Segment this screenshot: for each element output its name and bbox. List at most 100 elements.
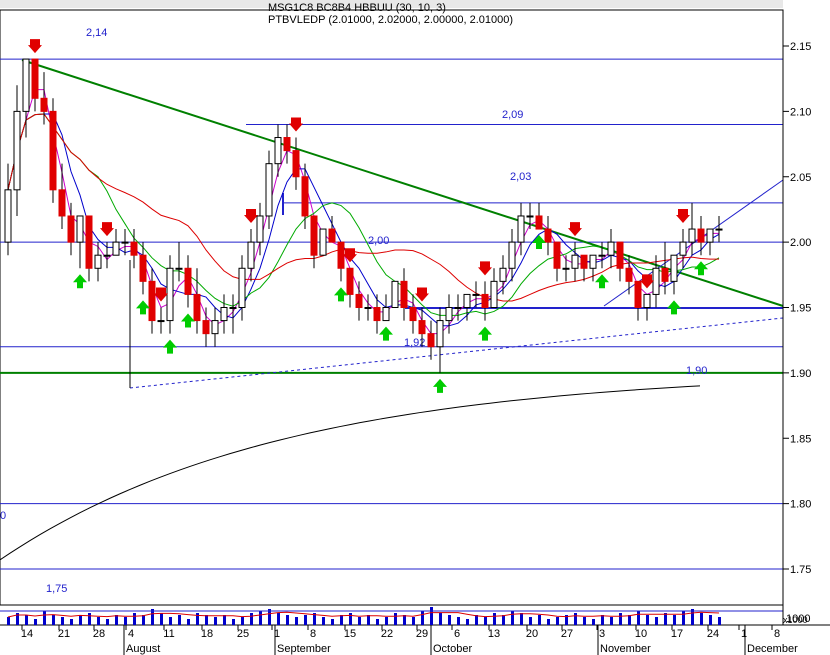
volume-bar: [439, 613, 442, 625]
volume-bar: [394, 613, 397, 625]
candle-body: [562, 267, 570, 270]
volume-bar: [664, 613, 667, 625]
volume-bar: [385, 617, 388, 625]
candle-body: [220, 307, 228, 322]
sell-arrow-icon: [568, 222, 582, 237]
candle-body: [526, 215, 534, 218]
candle-body: [49, 110, 57, 191]
date-tick-label: 4: [128, 628, 134, 640]
candle-body: [130, 241, 138, 256]
volume-bar: [43, 611, 46, 625]
volume-bar: [52, 615, 55, 625]
candle-body: [301, 176, 309, 217]
candle-body: [94, 254, 102, 269]
volume-bar: [628, 615, 631, 625]
candle-body: [22, 58, 30, 112]
date-tick-label: 10: [635, 628, 647, 640]
volume-average-line: [7, 611, 720, 618]
level-label: 2,00: [368, 235, 389, 247]
sell-arrow-icon: [478, 261, 492, 276]
volume-bar: [277, 613, 280, 625]
candle-body: [247, 241, 255, 269]
candle-body: [40, 97, 48, 112]
volume-bar: [304, 615, 307, 625]
candle-body: [175, 267, 183, 270]
candle-body: [517, 215, 525, 243]
candle-body: [598, 254, 606, 257]
sell-arrow-icon: [244, 209, 258, 224]
candle-body: [202, 320, 210, 335]
volume-bar: [286, 615, 289, 625]
candle-body: [544, 228, 552, 243]
sell-arrow-icon: [28, 39, 42, 54]
date-tick-label: 8: [774, 628, 780, 640]
volume-bar: [718, 617, 721, 625]
candle-body: [670, 254, 678, 282]
volume-bar: [160, 613, 163, 625]
volume-bar: [349, 613, 352, 625]
volume-bar: [511, 611, 514, 625]
candle-body: [184, 267, 192, 295]
candle-body: [697, 228, 705, 243]
candle-body: [589, 254, 597, 269]
candle-body: [463, 293, 471, 308]
volume-bar: [124, 617, 127, 625]
candle-body: [112, 241, 120, 256]
trendlines: [21, 59, 784, 389]
volume-bar: [7, 617, 10, 625]
date-tick-label: 14: [21, 628, 33, 640]
sell-arrow-icon: [676, 209, 690, 224]
price-axis: 1.75 1.80 1.85 1.90 1.95 2.00 2.05 2.10 2.15: [782, 10, 811, 625]
candle-body: [13, 110, 21, 191]
candle-body: [571, 254, 579, 269]
candle-body: [139, 254, 147, 282]
candle-body: [454, 307, 462, 309]
buy-arrow-icon: [478, 326, 492, 341]
buy-arrow-icon: [694, 261, 708, 276]
candle-body: [625, 267, 633, 282]
volume-bar: [25, 615, 28, 625]
buy-arrow-icon: [379, 326, 393, 341]
price-tick-label: 1.95: [790, 303, 811, 315]
month-label: November: [600, 643, 651, 655]
level-label: 1,90: [686, 365, 707, 377]
candle-body: [490, 280, 498, 309]
price-tick-label: 1.85: [790, 433, 811, 445]
volume-bar: [241, 617, 244, 625]
volume-bar: [529, 617, 532, 625]
sell-arrow-icon: [640, 274, 654, 289]
candle-body: [679, 241, 687, 256]
date-tick-label: 15: [344, 628, 356, 640]
volume-bar: [196, 613, 199, 625]
date-tick-label: 8: [310, 628, 316, 640]
volume-bar: [376, 619, 379, 625]
volume-bar: [322, 617, 325, 625]
volume-bar: [583, 617, 586, 625]
candle-body: [427, 333, 435, 348]
candle-body: [373, 307, 381, 322]
volume-bar: [538, 615, 541, 625]
volume-bars: [0, 607, 783, 625]
ohlc-readout: PTBVLEDP (2.01000, 2.02000, 2.00000, 2.0…: [268, 14, 513, 26]
candle-body: [256, 215, 264, 243]
level-label: 1,75: [46, 583, 67, 595]
candle-body: [292, 150, 300, 178]
volume-bar: [412, 617, 415, 625]
volume-bar: [475, 615, 478, 625]
volume-bar: [106, 619, 109, 625]
candle-body: [553, 241, 561, 269]
date-axis: 14 21 28 4 11 18 25 1 8 15 22 29 6 13 20 27 3 10 17 24 1 8Aug…: [21, 625, 798, 655]
date-tick-label: 18: [201, 628, 213, 640]
volume-bar: [115, 615, 118, 625]
volume-bar: [556, 617, 559, 625]
candle-body: [337, 241, 345, 269]
volume-bar: [547, 619, 550, 625]
candle-body: [706, 228, 714, 243]
sell-arrow-icon: [154, 287, 168, 302]
date-tick-label: 27: [561, 628, 573, 640]
level-label: 2,14: [86, 27, 107, 39]
buy-arrow-icon: [163, 339, 177, 354]
candle-body: [607, 241, 615, 256]
candle-body: [31, 58, 39, 99]
buy-arrow-icon: [433, 378, 447, 393]
